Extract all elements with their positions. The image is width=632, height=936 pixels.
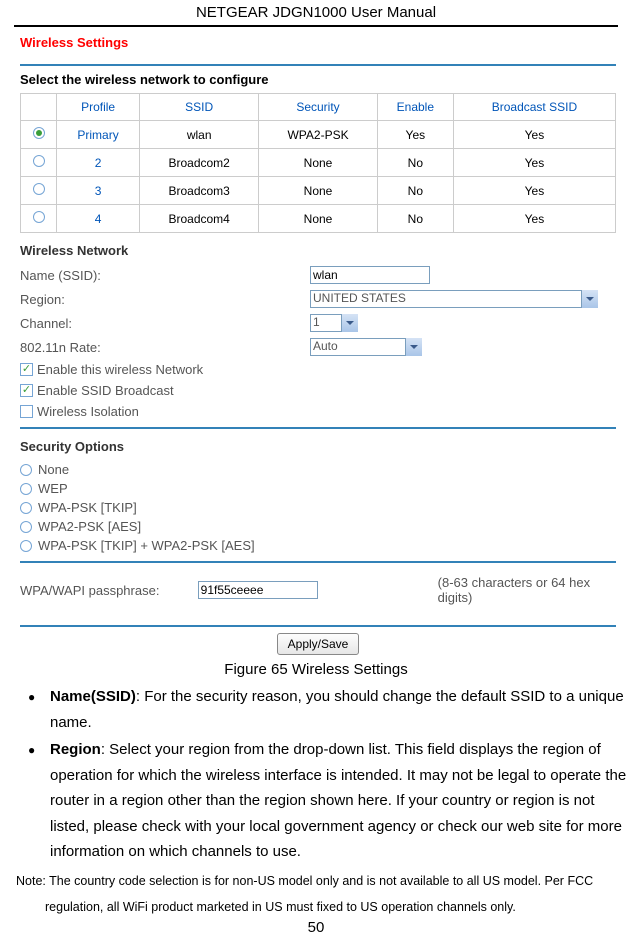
security-radio[interactable] <box>20 464 32 476</box>
security-radio[interactable] <box>20 540 32 552</box>
cell-broadcast: Yes <box>453 205 615 233</box>
ssid-label: Name (SSID): <box>20 268 310 283</box>
enable-network-checkbox[interactable] <box>20 363 33 376</box>
cell-ssid: wlan <box>140 121 259 149</box>
cell-security: None <box>259 177 378 205</box>
security-radio[interactable] <box>20 483 32 495</box>
security-option-label: WPA-PSK [TKIP] <box>38 500 137 515</box>
security-option-label: WPA-PSK [TKIP] + WPA2-PSK [AES] <box>38 538 255 553</box>
table-row: 3Broadcom3NoneNoYes <box>21 177 616 205</box>
note-line-2: regulation, all WiFi product marketed in… <box>45 897 616 917</box>
profile-radio[interactable] <box>33 183 45 195</box>
cell-broadcast: Yes <box>453 177 615 205</box>
apply-save-button[interactable]: Apply/Save <box>277 633 360 655</box>
figure-caption: Figure 65 Wireless Settings <box>0 661 632 678</box>
wireless-isolation-checkbox[interactable] <box>20 405 33 418</box>
select-label: Select the wireless network to configure <box>20 72 616 87</box>
table-header: Broadcast SSID <box>453 94 615 121</box>
table-header: SSID <box>140 94 259 121</box>
table-row: PrimarywlanWPA2-PSKYesYes <box>21 121 616 149</box>
security-option-label: None <box>38 462 69 477</box>
passphrase-label: WPA/WAPI passphrase: <box>20 583 198 598</box>
wireless-isolation-label: Wireless Isolation <box>37 404 139 419</box>
bullet-icon: ● <box>28 684 50 735</box>
network-table: ProfileSSIDSecurityEnableBroadcast SSID … <box>20 93 616 233</box>
passphrase-input[interactable] <box>198 581 318 599</box>
cell-enable: Yes <box>377 121 453 149</box>
cell-broadcast: Yes <box>453 121 615 149</box>
channel-select[interactable]: 1 <box>310 314 358 332</box>
wireless-network-title: Wireless Network <box>20 243 616 258</box>
cell-enable: No <box>377 205 453 233</box>
table-row: 4Broadcom4NoneNoYes <box>21 205 616 233</box>
divider <box>20 427 616 429</box>
document-header: NETGEAR JDGN1000 User Manual <box>14 0 618 27</box>
security-radio[interactable] <box>20 521 32 533</box>
table-header: Enable <box>377 94 453 121</box>
cell-enable: No <box>377 149 453 177</box>
page-title: Wireless Settings <box>20 35 616 50</box>
security-option-label: WPA2-PSK [AES] <box>38 519 141 534</box>
profile-radio[interactable] <box>33 155 45 167</box>
cell-ssid: Broadcom2 <box>140 149 259 177</box>
rate-select[interactable]: Auto <box>310 338 422 356</box>
cell-broadcast: Yes <box>453 149 615 177</box>
security-options-title: Security Options <box>20 439 616 454</box>
table-header: Security <box>259 94 378 121</box>
profile-radio[interactable] <box>33 211 45 223</box>
enable-broadcast-label: Enable SSID Broadcast <box>37 383 174 398</box>
cell-profile[interactable]: Primary <box>57 121 140 149</box>
note-line-1: Note: The country code selection is for … <box>16 871 616 891</box>
divider <box>20 561 616 563</box>
security-radio[interactable] <box>20 502 32 514</box>
list-item: ●Name(SSID): For the security reason, yo… <box>28 684 632 735</box>
ssid-input[interactable] <box>310 266 430 284</box>
bullet-icon: ● <box>28 737 50 865</box>
enable-network-label: Enable this wireless Network <box>37 362 203 377</box>
cell-security: None <box>259 149 378 177</box>
rate-label: 802.11n Rate: <box>20 340 310 355</box>
security-option-label: WEP <box>38 481 68 496</box>
cell-profile[interactable]: 2 <box>57 149 140 177</box>
cell-profile[interactable]: 3 <box>57 177 140 205</box>
table-row: 2Broadcom2NoneNoYes <box>21 149 616 177</box>
divider <box>20 625 616 627</box>
passphrase-hint: (8-63 characters or 64 hex digits) <box>438 575 616 605</box>
list-item-text: Name(SSID): For the security reason, you… <box>50 684 632 735</box>
cell-profile[interactable]: 4 <box>57 205 140 233</box>
cell-ssid: Broadcom4 <box>140 205 259 233</box>
page-number: 50 <box>0 919 632 936</box>
table-header: Profile <box>57 94 140 121</box>
channel-label: Channel: <box>20 316 310 331</box>
table-header <box>21 94 57 121</box>
enable-broadcast-checkbox[interactable] <box>20 384 33 397</box>
list-item: ●Region: Select your region from the dro… <box>28 737 632 865</box>
region-select[interactable]: UNITED STATES <box>310 290 598 308</box>
cell-security: WPA2-PSK <box>259 121 378 149</box>
region-label: Region: <box>20 292 310 307</box>
divider <box>20 64 616 66</box>
profile-radio[interactable] <box>33 127 45 139</box>
cell-ssid: Broadcom3 <box>140 177 259 205</box>
list-item-text: Region: Select your region from the drop… <box>50 737 632 865</box>
cell-security: None <box>259 205 378 233</box>
cell-enable: No <box>377 177 453 205</box>
